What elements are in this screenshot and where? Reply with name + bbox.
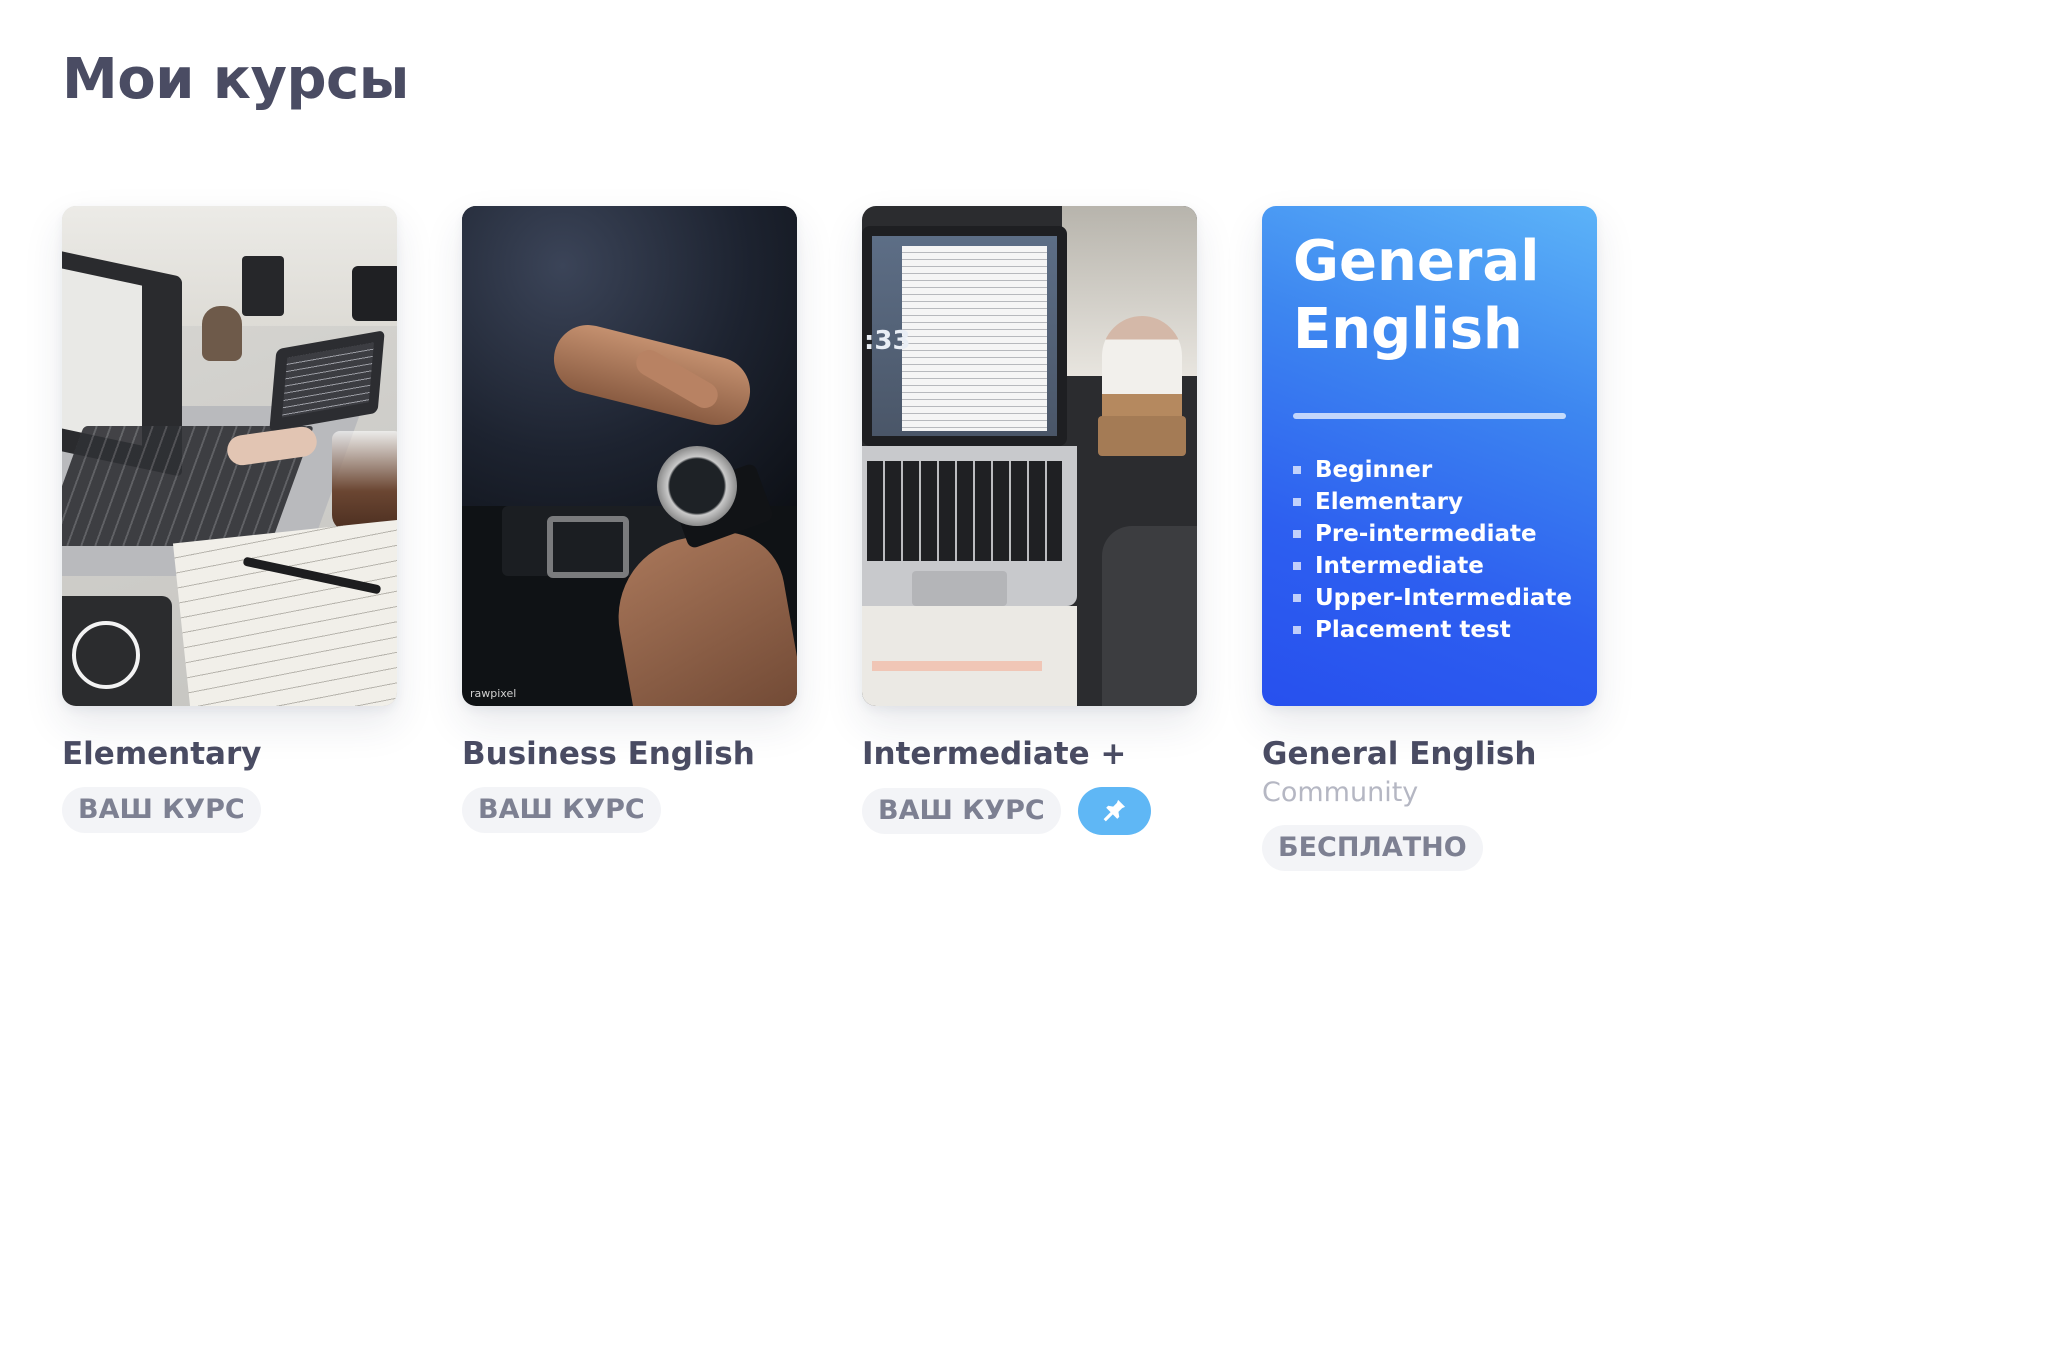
cover-level-item: Pre-intermediate [1293, 518, 1572, 550]
bullet-icon [1293, 466, 1301, 474]
bullet-icon [1293, 594, 1301, 602]
course-badges: ВАШ КУРС [462, 787, 797, 833]
course-title[interactable]: General English [1262, 734, 1597, 774]
course-cover-image[interactable]: rawpixel [462, 206, 797, 706]
course-title[interactable]: Elementary [62, 734, 397, 774]
course-cover-image[interactable]: General English Beginner Elementary Pre-… [1262, 206, 1597, 706]
course-title[interactable]: Intermediate + [862, 734, 1197, 774]
cover-level-list: Beginner Elementary Pre-intermediate Int… [1293, 454, 1572, 646]
course-card-business-english[interactable]: rawpixel Business English ВАШ КУРС [462, 206, 797, 871]
course-card-elementary[interactable]: Elementary ВАШ КУРС [62, 206, 397, 871]
price-badge: БЕСПЛАТНО [1262, 825, 1483, 871]
status-badge: ВАШ КУРС [62, 787, 261, 833]
cover-level-item: Beginner [1293, 454, 1572, 486]
course-cover-image[interactable]: :33 [862, 206, 1197, 706]
course-cover-image[interactable] [62, 206, 397, 706]
cover-level-item: Placement test [1293, 614, 1572, 646]
course-badges: БЕСПЛАТНО [1262, 825, 1597, 871]
course-card-general-english[interactable]: General English Beginner Elementary Pre-… [1262, 206, 1597, 871]
status-badge: ВАШ КУРС [462, 787, 661, 833]
cover-level-item: Upper-Intermediate [1293, 582, 1572, 614]
bullet-icon [1293, 626, 1301, 634]
status-badge: ВАШ КУРС [862, 788, 1061, 834]
bullet-icon [1293, 530, 1301, 538]
course-subtitle: Community [1262, 777, 1419, 808]
bullet-icon [1293, 562, 1301, 570]
course-badges: ВАШ КУРС [862, 787, 1197, 835]
watch-icon [657, 446, 737, 526]
page-title: Мои курсы [62, 47, 409, 112]
cover-level-item: Elementary [1293, 486, 1572, 518]
cover-title: General English [1293, 229, 1540, 362]
course-card-intermediate-plus[interactable]: :33 Intermediate + ВАШ КУРС [862, 206, 1197, 871]
cover-divider [1293, 413, 1566, 419]
bullet-icon [1293, 498, 1301, 506]
course-grid: Elementary ВАШ КУРС rawpixel Business En… [62, 206, 1597, 871]
image-watermark: rawpixel [470, 687, 517, 700]
course-title[interactable]: Business English [462, 734, 797, 774]
pin-icon [1103, 799, 1126, 822]
course-badges: ВАШ КУРС [62, 787, 397, 833]
cover-level-item: Intermediate [1293, 550, 1572, 582]
pin-button[interactable] [1077, 787, 1151, 835]
